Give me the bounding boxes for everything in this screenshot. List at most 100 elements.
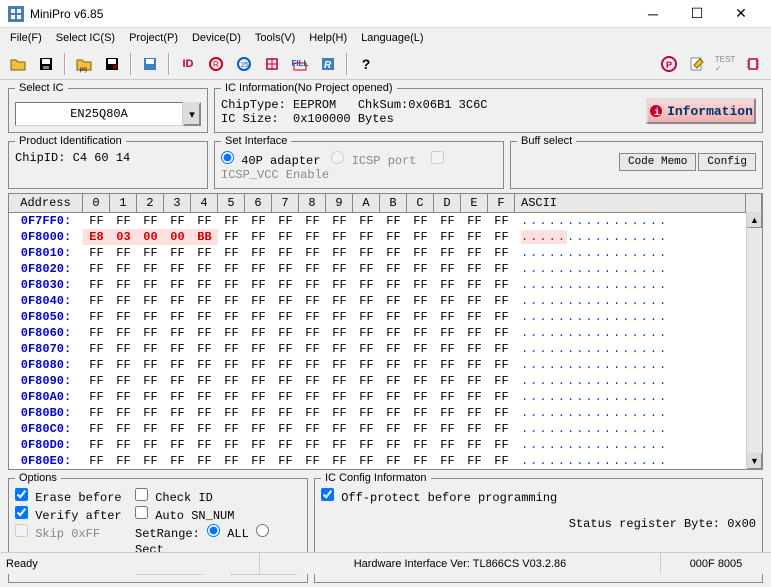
hex-cell[interactable]: FF <box>407 357 434 373</box>
hex-cell[interactable]: FF <box>137 293 164 309</box>
hex-cell[interactable]: FF <box>380 245 407 261</box>
hex-row[interactable]: 0F8060:FFFFFFFFFFFFFFFFFFFFFFFFFFFFFFFF.… <box>9 325 762 341</box>
hex-cell[interactable]: FF <box>83 325 110 341</box>
hex-cell[interactable]: FF <box>191 389 218 405</box>
hex-cell[interactable]: FF <box>353 389 380 405</box>
hex-cell[interactable]: FF <box>326 245 353 261</box>
hex-cell[interactable]: FF <box>299 357 326 373</box>
checkbox-erase-before[interactable]: Erase before <box>15 488 125 506</box>
save-project-icon[interactable] <box>100 52 124 76</box>
hex-cell[interactable]: FF <box>407 373 434 389</box>
hex-cell[interactable]: FF <box>164 245 191 261</box>
hex-cell[interactable]: FF <box>407 437 434 453</box>
hex-cell[interactable]: FF <box>380 389 407 405</box>
hex-cell[interactable]: FF <box>137 405 164 421</box>
hex-cell[interactable]: FF <box>488 357 515 373</box>
hex-cell[interactable]: FF <box>326 437 353 453</box>
hex-cell[interactable]: FF <box>461 389 488 405</box>
hex-cell[interactable]: FF <box>137 309 164 325</box>
hex-cell[interactable]: FF <box>245 229 272 245</box>
hex-cell[interactable]: FF <box>407 389 434 405</box>
hex-cell[interactable]: FF <box>434 453 461 469</box>
hex-cell[interactable]: FF <box>164 437 191 453</box>
hex-cell[interactable]: FF <box>461 421 488 437</box>
hex-cell[interactable]: FF <box>164 277 191 293</box>
hex-cell[interactable]: FF <box>407 341 434 357</box>
hex-cell[interactable]: FF <box>245 213 272 229</box>
hex-cell[interactable]: FF <box>272 453 299 469</box>
hex-cell[interactable]: FF <box>137 213 164 229</box>
hex-cell[interactable]: FF <box>245 357 272 373</box>
hex-cell[interactable]: FF <box>191 261 218 277</box>
hex-cell[interactable]: FF <box>461 309 488 325</box>
hex-cell[interactable]: FF <box>407 309 434 325</box>
hex-cell[interactable]: FF <box>326 357 353 373</box>
hex-cell[interactable]: FF <box>434 229 461 245</box>
hex-cell[interactable]: FF <box>191 373 218 389</box>
hex-cell[interactable]: FF <box>110 213 137 229</box>
hex-cell[interactable]: FF <box>380 309 407 325</box>
hex-cell[interactable]: FF <box>164 453 191 469</box>
hex-cell[interactable]: FF <box>380 229 407 245</box>
hex-cell[interactable]: FF <box>299 325 326 341</box>
hex-cell[interactable]: FF <box>488 341 515 357</box>
hex-cell[interactable]: FF <box>461 373 488 389</box>
hex-cell[interactable]: FF <box>245 261 272 277</box>
hex-cell[interactable]: FF <box>353 405 380 421</box>
hex-cell[interactable]: FF <box>461 341 488 357</box>
hex-cell[interactable]: FF <box>245 341 272 357</box>
hex-row[interactable]: 0F8070:FFFFFFFFFFFFFFFFFFFFFFFFFFFFFFFF.… <box>9 341 762 357</box>
menu-device[interactable]: Device(D) <box>186 30 247 46</box>
hex-cell[interactable]: FF <box>191 437 218 453</box>
hex-cell[interactable]: FF <box>164 389 191 405</box>
hex-cell[interactable]: FF <box>461 405 488 421</box>
hex-cell[interactable]: FF <box>326 213 353 229</box>
hex-cell[interactable]: FF <box>110 325 137 341</box>
hex-cell[interactable]: E8 <box>83 229 110 245</box>
hex-cell[interactable]: FF <box>299 277 326 293</box>
hex-row[interactable]: 0F8050:FFFFFFFFFFFFFFFFFFFFFFFFFFFFFFFF.… <box>9 309 762 325</box>
hex-cell[interactable]: FF <box>380 293 407 309</box>
hex-cell[interactable]: FF <box>488 245 515 261</box>
hex-cell[interactable]: FF <box>461 357 488 373</box>
hex-cell[interactable]: FF <box>326 453 353 469</box>
hex-cell[interactable]: FF <box>407 213 434 229</box>
hex-cell[interactable]: FF <box>407 421 434 437</box>
scrollbar[interactable]: ▲ ▼ <box>746 212 762 469</box>
hex-cell[interactable]: FF <box>299 213 326 229</box>
hex-cell[interactable]: FF <box>461 245 488 261</box>
hex-cell[interactable]: FF <box>407 277 434 293</box>
hex-cell[interactable]: FF <box>137 373 164 389</box>
open-project-icon[interactable]: prj <box>72 52 96 76</box>
hex-cell[interactable]: FF <box>299 309 326 325</box>
hex-cell[interactable]: FF <box>218 405 245 421</box>
hex-cell[interactable]: FF <box>83 309 110 325</box>
hex-cell[interactable]: FF <box>299 261 326 277</box>
hex-row[interactable]: 0F8000:E8030000BBFFFFFFFFFFFFFFFFFFFFFF.… <box>9 229 762 245</box>
hex-cell[interactable]: FF <box>380 213 407 229</box>
hex-cell[interactable]: FF <box>164 325 191 341</box>
hex-cell[interactable]: FF <box>164 293 191 309</box>
config-button[interactable]: Config <box>698 153 756 171</box>
chip-icon[interactable] <box>741 52 765 76</box>
hex-cell[interactable]: FF <box>488 453 515 469</box>
hex-cell[interactable]: FF <box>407 293 434 309</box>
hex-cell[interactable]: FF <box>245 389 272 405</box>
hex-cell[interactable]: FF <box>380 261 407 277</box>
hex-cell[interactable]: FF <box>353 373 380 389</box>
hex-cell[interactable]: FF <box>245 325 272 341</box>
hex-cell[interactable]: FF <box>299 437 326 453</box>
hex-cell[interactable]: FF <box>83 405 110 421</box>
hex-cell[interactable]: FF <box>488 325 515 341</box>
hex-cell[interactable]: FF <box>137 357 164 373</box>
hex-cell[interactable]: FF <box>326 261 353 277</box>
hex-cell[interactable]: FF <box>245 453 272 469</box>
hex-cell[interactable]: FF <box>380 277 407 293</box>
hex-cell[interactable]: FF <box>434 325 461 341</box>
hex-cell[interactable]: FF <box>326 229 353 245</box>
hex-cell[interactable]: 00 <box>137 229 164 245</box>
hex-row[interactable]: 0F80E0:FFFFFFFFFFFFFFFFFFFFFFFFFFFFFFFF.… <box>9 453 762 469</box>
hex-cell[interactable]: FF <box>326 341 353 357</box>
hex-cell[interactable]: FF <box>164 405 191 421</box>
hex-cell[interactable]: FF <box>245 421 272 437</box>
